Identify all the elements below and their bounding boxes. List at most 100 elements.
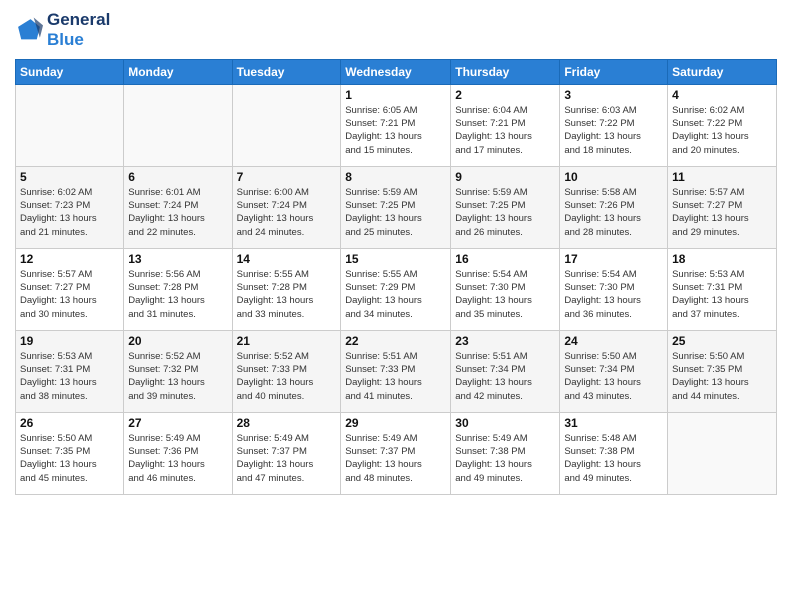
calendar-cell (124, 84, 232, 166)
calendar-week-row: 1 Sunrise: 6:05 AMSunset: 7:21 PMDaylight… (16, 84, 777, 166)
calendar-cell: 15Sunrise: 5:55 AMSunset: 7:29 PMDayligh… (341, 248, 451, 330)
calendar-week-row: 5 Sunrise: 6:02 AMSunset: 7:23 PMDaylight… (16, 166, 777, 248)
day-number: 26 (20, 416, 119, 430)
calendar-cell: 20Sunrise: 5:52 AMSunset: 7:32 PMDayligh… (124, 330, 232, 412)
calendar-cell: 23 Sunrise: 5:51 AMSunset: 7:34 PMDayligh… (451, 330, 560, 412)
day-number: 4 (672, 88, 772, 102)
day-header-wednesday: Wednesday (341, 59, 451, 84)
calendar-cell: 5 Sunrise: 6:02 AMSunset: 7:23 PMDaylight… (16, 166, 124, 248)
day-number: 19 (20, 334, 119, 348)
day-info: Sunrise: 5:59 AMSunset: 7:25 PMDaylight:… (345, 186, 446, 239)
calendar-cell: 26 Sunrise: 5:50 AMSunset: 7:35 PMDayligh… (16, 412, 124, 494)
day-number: 23 (455, 334, 555, 348)
calendar-cell: 22 Sunrise: 5:51 AMSunset: 7:33 PMDayligh… (341, 330, 451, 412)
day-number: 3 (564, 88, 663, 102)
calendar-cell: 24Sunrise: 5:50 AMSunset: 7:34 PMDayligh… (560, 330, 668, 412)
day-header-friday: Friday (560, 59, 668, 84)
day-info: Sunrise: 5:50 AMSunset: 7:35 PMDaylight:… (20, 432, 119, 485)
day-number: 1 (345, 88, 446, 102)
day-info: Sunrise: 5:53 AMSunset: 7:31 PMDaylight:… (20, 350, 119, 403)
day-info: Sunrise: 5:51 AMSunset: 7:34 PMDaylight:… (455, 350, 555, 403)
day-number: 12 (20, 252, 119, 266)
day-info: Sunrise: 5:51 AMSunset: 7:33 PMDaylight:… (345, 350, 446, 403)
day-info: Sunrise: 6:02 AMSunset: 7:23 PMDaylight:… (20, 186, 119, 239)
calendar-cell: 12 Sunrise: 5:57 AMSunset: 7:27 PMDayligh… (16, 248, 124, 330)
calendar-page: General Blue SundayMondayTuesdayWednesda… (0, 0, 792, 612)
calendar-cell: 27 Sunrise: 5:49 AMSunset: 7:36 PMDayligh… (124, 412, 232, 494)
logo-icon (15, 16, 43, 44)
calendar-week-row: 26 Sunrise: 5:50 AMSunset: 7:35 PMDayligh… (16, 412, 777, 494)
calendar-cell: 31Sunrise: 5:48 AMSunset: 7:38 PMDayligh… (560, 412, 668, 494)
day-info: Sunrise: 5:49 AMSunset: 7:36 PMDaylight:… (128, 432, 227, 485)
calendar-cell: 8 Sunrise: 5:59 AMSunset: 7:25 PMDaylight… (341, 166, 451, 248)
day-number: 13 (128, 252, 227, 266)
header: General Blue (15, 10, 777, 51)
calendar-cell: 29Sunrise: 5:49 AMSunset: 7:37 PMDayligh… (341, 412, 451, 494)
calendar-cell: 18Sunrise: 5:53 AMSunset: 7:31 PMDayligh… (668, 248, 777, 330)
calendar-cell: 19 Sunrise: 5:53 AMSunset: 7:31 PMDayligh… (16, 330, 124, 412)
calendar-cell (232, 84, 341, 166)
day-info: Sunrise: 6:04 AMSunset: 7:21 PMDaylight:… (455, 104, 555, 157)
day-info: Sunrise: 5:55 AMSunset: 7:28 PMDaylight:… (237, 268, 337, 321)
days-header-row: SundayMondayTuesdayWednesdayThursdayFrid… (16, 59, 777, 84)
day-info: Sunrise: 6:00 AMSunset: 7:24 PMDaylight:… (237, 186, 337, 239)
day-info: Sunrise: 5:53 AMSunset: 7:31 PMDaylight:… (672, 268, 772, 321)
calendar-cell: 11Sunrise: 5:57 AMSunset: 7:27 PMDayligh… (668, 166, 777, 248)
calendar-table: SundayMondayTuesdayWednesdayThursdayFrid… (15, 59, 777, 495)
calendar-cell: 16 Sunrise: 5:54 AMSunset: 7:30 PMDayligh… (451, 248, 560, 330)
day-number: 25 (672, 334, 772, 348)
day-info: Sunrise: 5:49 AMSunset: 7:38 PMDaylight:… (455, 432, 555, 485)
day-info: Sunrise: 6:02 AMSunset: 7:22 PMDaylight:… (672, 104, 772, 157)
day-number: 10 (564, 170, 663, 184)
calendar-cell: 17 Sunrise: 5:54 AMSunset: 7:30 PMDayligh… (560, 248, 668, 330)
day-number: 5 (20, 170, 119, 184)
day-info: Sunrise: 6:01 AMSunset: 7:24 PMDaylight:… (128, 186, 227, 239)
day-number: 14 (237, 252, 337, 266)
calendar-cell (668, 412, 777, 494)
day-info: Sunrise: 6:05 AMSunset: 7:21 PMDaylight:… (345, 104, 446, 157)
calendar-week-row: 12 Sunrise: 5:57 AMSunset: 7:27 PMDayligh… (16, 248, 777, 330)
day-header-thursday: Thursday (451, 59, 560, 84)
day-header-saturday: Saturday (668, 59, 777, 84)
day-info: Sunrise: 5:54 AMSunset: 7:30 PMDaylight:… (455, 268, 555, 321)
day-info: Sunrise: 5:49 AMSunset: 7:37 PMDaylight:… (345, 432, 446, 485)
day-number: 27 (128, 416, 227, 430)
day-info: Sunrise: 6:03 AMSunset: 7:22 PMDaylight:… (564, 104, 663, 157)
calendar-cell: 7 Sunrise: 6:00 AMSunset: 7:24 PMDaylight… (232, 166, 341, 248)
calendar-cell: 10Sunrise: 5:58 AMSunset: 7:26 PMDayligh… (560, 166, 668, 248)
day-info: Sunrise: 5:52 AMSunset: 7:33 PMDaylight:… (237, 350, 337, 403)
calendar-cell: 21 Sunrise: 5:52 AMSunset: 7:33 PMDayligh… (232, 330, 341, 412)
calendar-cell: 9Sunrise: 5:59 AMSunset: 7:25 PMDaylight… (451, 166, 560, 248)
calendar-cell: 28 Sunrise: 5:49 AMSunset: 7:37 PMDayligh… (232, 412, 341, 494)
day-info: Sunrise: 5:57 AMSunset: 7:27 PMDaylight:… (672, 186, 772, 239)
day-number: 8 (345, 170, 446, 184)
day-number: 21 (237, 334, 337, 348)
day-number: 7 (237, 170, 337, 184)
day-header-sunday: Sunday (16, 59, 124, 84)
day-number: 28 (237, 416, 337, 430)
day-info: Sunrise: 5:49 AMSunset: 7:37 PMDaylight:… (237, 432, 337, 485)
calendar-cell: 30 Sunrise: 5:49 AMSunset: 7:38 PMDayligh… (451, 412, 560, 494)
calendar-week-row: 19 Sunrise: 5:53 AMSunset: 7:31 PMDayligh… (16, 330, 777, 412)
calendar-cell: 14 Sunrise: 5:55 AMSunset: 7:28 PMDayligh… (232, 248, 341, 330)
day-number: 30 (455, 416, 555, 430)
day-number: 17 (564, 252, 663, 266)
calendar-cell: 3 Sunrise: 6:03 AMSunset: 7:22 PMDaylight… (560, 84, 668, 166)
calendar-cell: 25Sunrise: 5:50 AMSunset: 7:35 PMDayligh… (668, 330, 777, 412)
day-number: 20 (128, 334, 227, 348)
day-number: 16 (455, 252, 555, 266)
day-info: Sunrise: 5:48 AMSunset: 7:38 PMDaylight:… (564, 432, 663, 485)
day-number: 2 (455, 88, 555, 102)
calendar-cell: 4 Sunrise: 6:02 AMSunset: 7:22 PMDaylight… (668, 84, 777, 166)
logo-text: General Blue (47, 10, 110, 51)
day-number: 22 (345, 334, 446, 348)
day-info: Sunrise: 5:50 AMSunset: 7:34 PMDaylight:… (564, 350, 663, 403)
calendar-cell (16, 84, 124, 166)
day-info: Sunrise: 5:56 AMSunset: 7:28 PMDaylight:… (128, 268, 227, 321)
day-info: Sunrise: 5:54 AMSunset: 7:30 PMDaylight:… (564, 268, 663, 321)
calendar-cell: 6Sunrise: 6:01 AMSunset: 7:24 PMDaylight… (124, 166, 232, 248)
day-number: 15 (345, 252, 446, 266)
logo: General Blue (15, 10, 110, 51)
day-info: Sunrise: 5:57 AMSunset: 7:27 PMDaylight:… (20, 268, 119, 321)
day-info: Sunrise: 5:59 AMSunset: 7:25 PMDaylight:… (455, 186, 555, 239)
